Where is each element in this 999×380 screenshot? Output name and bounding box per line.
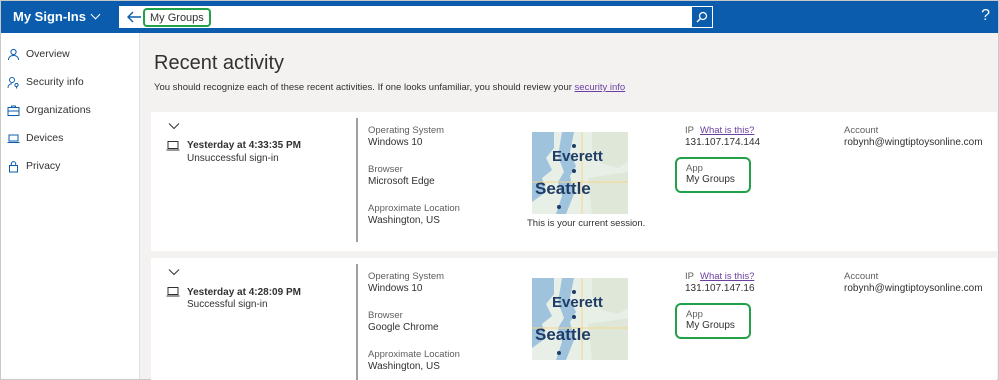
brand-title: My Sign-Ins <box>13 9 86 24</box>
person-icon <box>8 48 19 60</box>
app-highlight: App My Groups <box>675 157 751 193</box>
sidebar-item-label: Overview <box>26 48 70 60</box>
search-button[interactable] <box>691 6 713 28</box>
back-arrow-icon[interactable] <box>126 10 142 24</box>
sidebar-item-label: Privacy <box>26 160 61 172</box>
top-bar: My Sign-Ins My Groups ? <box>1 1 998 33</box>
map-city-seattle: Seattle <box>535 325 591 344</box>
divider <box>356 118 358 242</box>
ip-value: 131.107.147.16 <box>685 283 755 294</box>
ip-label-row: IP What is this? <box>685 125 754 136</box>
sidebar-item-privacy[interactable]: Privacy <box>1 152 139 180</box>
sidebar-item-overview[interactable]: Overview <box>1 40 139 68</box>
sidebar-item-label: Organizations <box>26 104 91 116</box>
sidebar: Overview Security info Organizations Dev… <box>1 33 140 379</box>
sidebar-item-devices[interactable]: Devices <box>1 124 139 152</box>
app-label: App <box>686 163 703 174</box>
account-label: Account <box>844 125 879 136</box>
divider <box>356 264 358 380</box>
search-input[interactable]: My Groups <box>150 12 204 24</box>
map-city-everett: Everett <box>552 294 603 311</box>
account-value: robynh@wingtiptoysonline.com <box>844 137 983 148</box>
chevron-down-icon <box>90 9 101 20</box>
os-label: Operating System <box>368 125 445 136</box>
search-query-highlight: My Groups <box>143 8 211 27</box>
account-label: Account <box>844 271 879 282</box>
search-box[interactable]: My Groups <box>119 6 713 28</box>
ip-label-row: IP What is this? <box>685 271 754 282</box>
subtitle-text: You should recognize each of these recen… <box>154 82 575 93</box>
ip-value: 131.107.174.144 <box>685 137 761 148</box>
ip-label: IP <box>685 271 694 282</box>
location-label: Approximate Location <box>368 349 460 360</box>
page-title: Recent activity <box>154 52 285 74</box>
lock-icon <box>9 160 18 172</box>
security-info-link[interactable]: security info <box>575 82 626 93</box>
os-value: Windows 10 <box>368 283 423 294</box>
sidebar-item-label: Security info <box>26 76 84 88</box>
location-value: Washington, US <box>368 215 440 226</box>
laptop-icon <box>166 141 180 151</box>
os-value: Windows 10 <box>368 137 423 148</box>
search-icon <box>696 11 708 23</box>
map-city-seattle: Seattle <box>535 179 591 198</box>
page-subtitle: You should recognize each of these recen… <box>154 82 625 93</box>
briefcase-icon <box>7 105 20 116</box>
sidebar-item-security-info[interactable]: Security info <box>1 68 139 96</box>
current-session-note: This is your current session. <box>527 218 646 229</box>
app-value: My Groups <box>686 320 735 331</box>
ip-label: IP <box>685 125 694 136</box>
activity-status: Successful sign-in <box>187 299 268 310</box>
browser-label: Browser <box>368 310 403 321</box>
sidebar-item-label: Devices <box>26 132 64 144</box>
account-value: robynh@wingtiptoysonline.com <box>844 283 983 294</box>
app-highlight: App My Groups <box>675 303 751 339</box>
sidebar-item-organizations[interactable]: Organizations <box>1 96 139 124</box>
location-map: Everett Seattle <box>532 278 628 360</box>
what-is-this-link[interactable]: What is this? <box>700 271 754 282</box>
laptop-icon <box>166 287 180 297</box>
activity-status: Unsuccessful sign-in <box>187 153 279 164</box>
activity-card: Yesterday at 4:33:35 PM Unsuccessful sig… <box>151 112 997 251</box>
activity-time: Yesterday at 4:33:35 PM <box>187 140 301 151</box>
location-label: Approximate Location <box>368 203 460 214</box>
security-info-icon <box>7 76 19 88</box>
help-icon[interactable]: ? <box>981 7 990 25</box>
activity-time: Yesterday at 4:28:09 PM <box>187 287 301 298</box>
map-city-everett: Everett <box>552 148 603 165</box>
os-label: Operating System <box>368 271 445 282</box>
browser-label: Browser <box>368 164 403 175</box>
expand-chevron-icon[interactable] <box>168 120 180 132</box>
app-switcher[interactable]: My Sign-Ins <box>13 9 101 24</box>
activity-card: Yesterday at 4:28:09 PM Successful sign-… <box>151 258 997 380</box>
location-map: Everett Seattle <box>532 132 628 214</box>
app-label: App <box>686 309 703 320</box>
what-is-this-link[interactable]: What is this? <box>700 125 754 136</box>
app-value: My Groups <box>686 174 735 185</box>
browser-value: Microsoft Edge <box>368 176 435 187</box>
main-content: Recent activity You should recognize eac… <box>140 33 998 380</box>
location-value: Washington, US <box>368 361 440 372</box>
expand-chevron-icon[interactable] <box>168 266 180 278</box>
laptop-icon <box>7 134 20 143</box>
browser-value: Google Chrome <box>368 322 439 333</box>
